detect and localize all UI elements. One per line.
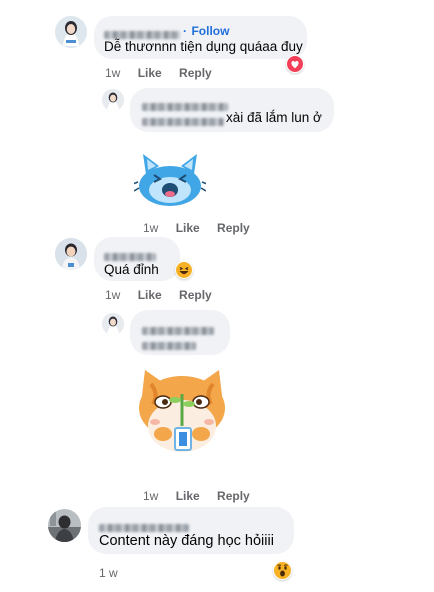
blue-cat-sticker	[132, 146, 208, 210]
reply-actions: 1w Like Reply	[143, 489, 250, 503]
comment-actions: 1w Like Reply	[105, 66, 212, 80]
wow-reaction-icon[interactable]	[273, 561, 292, 580]
reply-actions: 1w Like Reply	[143, 221, 250, 235]
reply-bubble	[130, 310, 230, 355]
reply-time[interactable]: 1w	[143, 489, 158, 503]
like-button[interactable]: Like	[138, 288, 162, 302]
comment-bubble: · Follow Dễ thươnnn tiện dụng quáaa đuy	[94, 16, 307, 59]
like-button[interactable]: Like	[138, 66, 162, 80]
reply-avatar[interactable]	[102, 89, 124, 111]
commenter-avatar[interactable]	[48, 509, 81, 542]
reply-button[interactable]: Reply	[179, 288, 212, 302]
like-button[interactable]: Like	[176, 221, 200, 235]
reply-avatar[interactable]	[102, 313, 124, 335]
commenter-avatar[interactable]	[55, 238, 87, 270]
comment-time[interactable]: 1w	[105, 66, 120, 80]
follow-separator: ·	[183, 24, 187, 38]
comment-text: Quá đỉnh	[104, 262, 159, 277]
reply-button[interactable]: Reply	[179, 66, 212, 80]
avatar-image	[48, 509, 81, 542]
comment-text: Dễ thươnnn tiện dụng quáaa đuy	[104, 39, 303, 54]
commenter-avatar[interactable]	[55, 16, 87, 48]
comment-time[interactable]: 1 w	[99, 566, 118, 580]
love-reaction-icon[interactable]	[286, 55, 304, 73]
reply-button[interactable]: Reply	[217, 221, 250, 235]
haha-reaction-icon[interactable]	[175, 261, 193, 279]
comment-actions: 1w Like Reply	[105, 288, 212, 302]
comment-text: Content này đáng học hỏiiii	[99, 533, 274, 549]
orange-cat-sticker	[133, 364, 231, 456]
mention-tag[interactable]	[142, 113, 224, 131]
reply-button[interactable]: Reply	[217, 489, 250, 503]
avatar-image	[102, 89, 124, 111]
mention-tag[interactable]	[142, 337, 196, 355]
avatar-image	[55, 16, 87, 48]
comment-actions: 1 w	[99, 566, 118, 580]
like-button[interactable]: Like	[176, 489, 200, 503]
avatar-image	[55, 238, 87, 270]
reply-time[interactable]: 1w	[143, 221, 158, 235]
follow-label: Follow	[191, 24, 230, 38]
comment-bubble: Content này đáng học hỏiiii	[88, 507, 294, 554]
avatar-image	[102, 313, 124, 335]
reply-text: xài đã lắm lun ở	[226, 110, 322, 125]
reply-bubble: xài đã lắm lun ở	[130, 88, 334, 132]
comment-time[interactable]: 1w	[105, 288, 120, 302]
comment-bubble: Quá đỉnh	[94, 237, 180, 281]
